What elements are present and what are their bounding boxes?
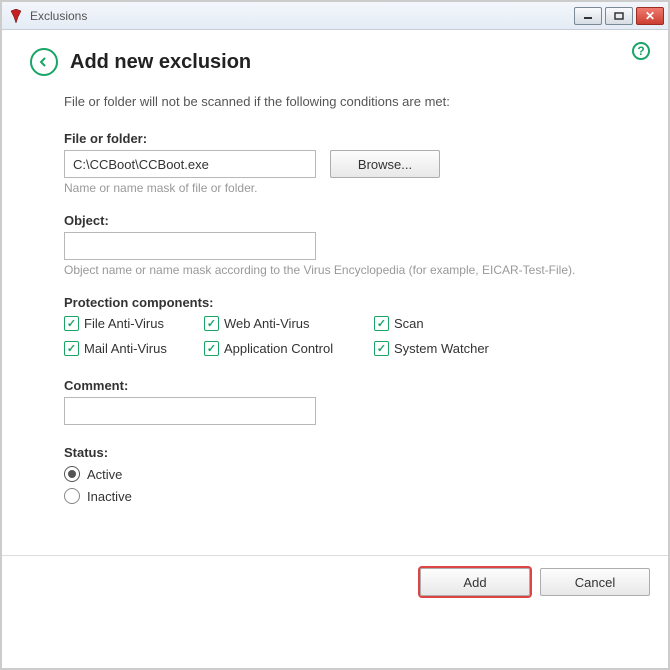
file-hint: Name or name mask of file or folder. (64, 181, 640, 195)
object-input[interactable] (64, 232, 316, 260)
titlebar: Exclusions ✕ (2, 2, 668, 30)
app-icon (8, 8, 24, 24)
radio-icon (64, 488, 80, 504)
minimize-button[interactable] (574, 7, 602, 25)
object-hint: Object name or name mask according to th… (64, 263, 640, 277)
checkbox-label: Mail Anti-Virus (84, 341, 167, 356)
checkbox-label: File Anti-Virus (84, 316, 164, 331)
checkbox-system-watcher[interactable]: ✓System Watcher (374, 341, 534, 356)
browse-button[interactable]: Browse... (330, 150, 440, 178)
radio-label: Active (87, 467, 122, 482)
help-icon[interactable]: ? (632, 42, 650, 60)
page-title: Add new exclusion (70, 51, 251, 74)
checkbox-label: Application Control (224, 341, 333, 356)
checkbox-label: Web Anti-Virus (224, 316, 310, 331)
checkbox-file-antivirus[interactable]: ✓File Anti-Virus (64, 316, 204, 331)
checkbox-label: System Watcher (394, 341, 489, 356)
comment-label: Comment: (64, 378, 640, 393)
close-button[interactable]: ✕ (636, 7, 664, 25)
radio-label: Inactive (87, 489, 132, 504)
checkbox-scan[interactable]: ✓Scan (374, 316, 534, 331)
radio-active[interactable]: Active (64, 466, 640, 482)
page-description: File or folder will not be scanned if th… (64, 94, 640, 109)
checkbox-web-antivirus[interactable]: ✓Web Anti-Virus (204, 316, 374, 331)
window-title: Exclusions (30, 9, 574, 23)
object-label: Object: (64, 213, 640, 228)
components-label: Protection components: (64, 295, 640, 310)
maximize-button[interactable] (605, 7, 633, 25)
checkbox-label: Scan (394, 316, 424, 331)
cancel-button[interactable]: Cancel (540, 568, 650, 596)
file-path-input[interactable] (64, 150, 316, 178)
radio-icon (64, 466, 80, 482)
checkbox-mail-antivirus[interactable]: ✓Mail Anti-Virus (64, 341, 204, 356)
file-label: File or folder: (64, 131, 640, 146)
checkbox-application-control[interactable]: ✓Application Control (204, 341, 374, 356)
dialog-footer: Add Cancel (2, 555, 668, 608)
back-button[interactable] (30, 48, 58, 76)
add-button[interactable]: Add (420, 568, 530, 596)
radio-inactive[interactable]: Inactive (64, 488, 640, 504)
comment-input[interactable] (64, 397, 316, 425)
status-label: Status: (64, 445, 640, 460)
